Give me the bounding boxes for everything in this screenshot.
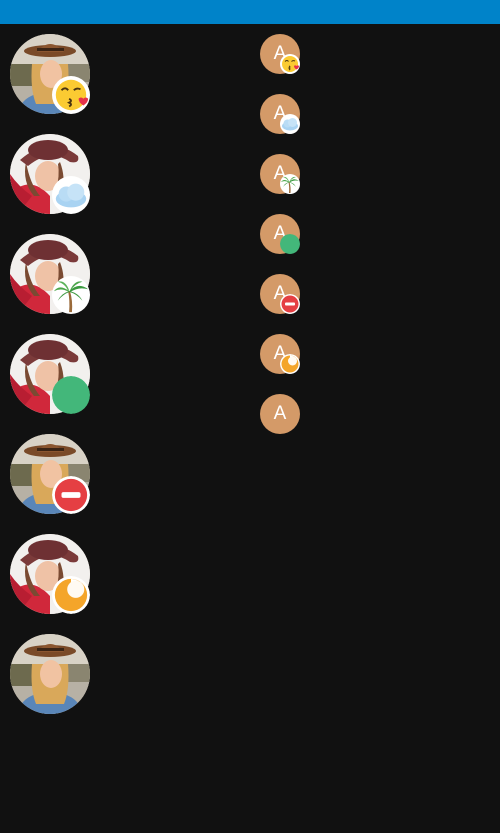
- available-status-icon: [280, 234, 300, 254]
- small-avatar-away: A: [260, 334, 300, 374]
- palm-tree-icon: [52, 276, 90, 314]
- busy-status-icon: [280, 294, 300, 314]
- cloud-icon: [280, 114, 300, 134]
- avatar-initials: A: [260, 394, 300, 434]
- small-avatar-palm: A: [260, 154, 300, 194]
- small-avatar-cloud: A: [260, 94, 300, 134]
- busy-status-icon: [52, 476, 90, 514]
- kiss-emoji-icon: [280, 54, 300, 74]
- app-bar: [0, 0, 500, 24]
- large-avatar-away: [10, 534, 90, 614]
- cloud-icon: [52, 176, 90, 214]
- large-avatar-palm: [10, 234, 90, 314]
- large-avatar-cloud: [10, 134, 90, 214]
- large-avatar-kiss: [10, 34, 90, 114]
- available-status-icon: [52, 376, 90, 414]
- large-avatar-plain: [10, 634, 90, 714]
- kiss-emoji-icon: [52, 76, 90, 114]
- palm-tree-icon: [280, 174, 300, 194]
- small-avatar-busy: A: [260, 274, 300, 314]
- small-avatar-available: A: [260, 214, 300, 254]
- away-status-icon: [52, 576, 90, 614]
- large-avatar-available: [10, 334, 90, 414]
- profile-photo: [10, 634, 90, 714]
- small-avatar-column: A A A A A A A: [260, 34, 300, 454]
- large-avatar-column: [10, 34, 90, 734]
- large-avatar-busy: [10, 434, 90, 514]
- small-avatar-plain: A: [260, 394, 300, 434]
- away-status-icon: [280, 354, 300, 374]
- small-avatar-kiss: A: [260, 34, 300, 74]
